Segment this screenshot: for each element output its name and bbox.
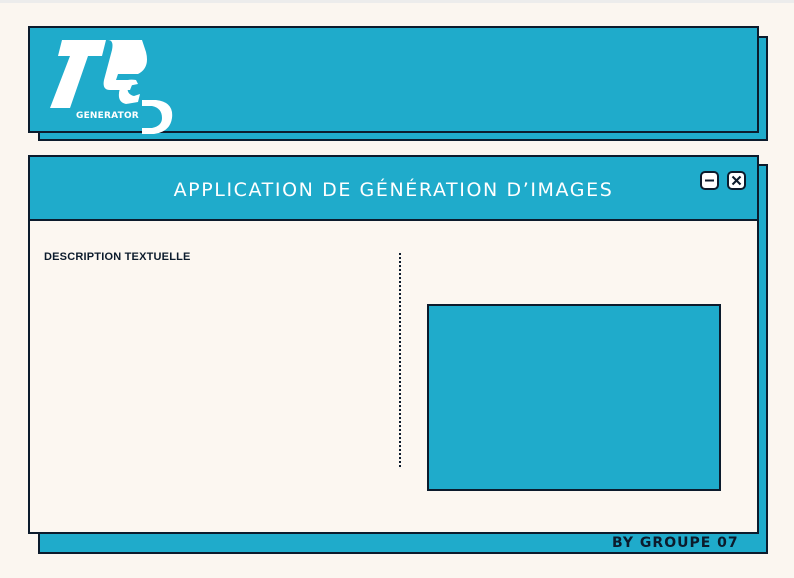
footer-credit: BY GROUPE 07 (612, 535, 739, 551)
window-title: APPLICATION DE GÉNÉRATION D’IMAGES (173, 179, 614, 201)
description-label: DESCRIPTION TEXTUELLE (44, 251, 191, 263)
window-titlebar: APPLICATION DE GÉNÉRATION D’IMAGES (30, 157, 757, 221)
close-button[interactable] (727, 171, 746, 190)
column-divider (399, 253, 401, 467)
app-window: APPLICATION DE GÉNÉRATION D’IMAGES DESCR… (28, 155, 759, 534)
minus-icon (705, 179, 714, 182)
generated-image-panel (427, 304, 721, 491)
app-logo: GENERATOR (42, 38, 182, 134)
top-strip (0, 0, 794, 3)
minimize-button[interactable] (700, 171, 719, 190)
description-input[interactable] (44, 271, 388, 465)
logo-banner: GENERATOR (28, 26, 759, 134)
logo-wordmark: GENERATOR (76, 111, 139, 121)
close-icon (731, 175, 742, 186)
